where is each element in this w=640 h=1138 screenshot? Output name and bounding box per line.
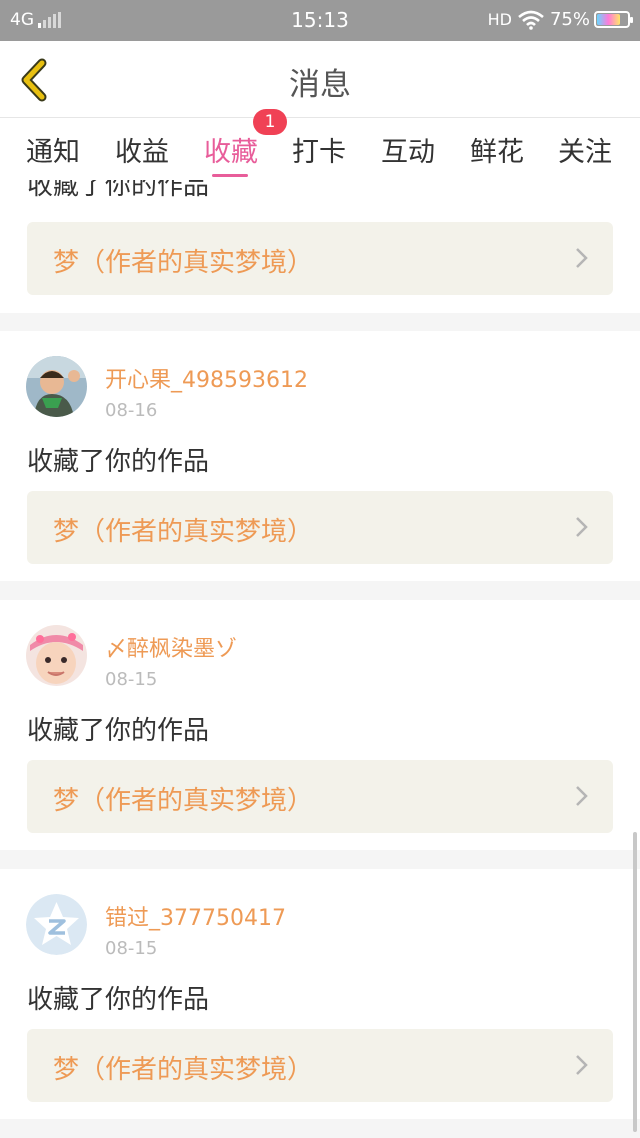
- tab-favorites[interactable]: 收藏: [204, 130, 258, 169]
- tab-bar: 通知 收益 收藏 打卡 互动 鲜花 关注: [0, 118, 640, 180]
- chevron-right-icon: [576, 517, 588, 537]
- tab-notice[interactable]: 通知: [26, 130, 80, 169]
- work-title: 梦（作者的真实梦境）: [53, 1055, 314, 1085]
- scrollbar[interactable]: [633, 832, 637, 1132]
- user-row[interactable]: 〆醉枫染墨ゾ 08-15: [26, 625, 237, 690]
- message-list: 收藏了你的作品 梦（作者的真实梦境） 开心果_498593612 08-16 收…: [0, 180, 640, 1138]
- user-info: 错过_377750417 08-15: [105, 900, 286, 959]
- tab-flowers[interactable]: 鲜花: [470, 130, 524, 169]
- user-row[interactable]: 开心果_498593612 08-16: [26, 356, 308, 421]
- status-right: HD 75%: [487, 9, 633, 30]
- list-item: 错过_377750417 08-15 收藏了你的作品 梦（作者的真实梦境）: [0, 869, 640, 1119]
- user-info: 开心果_498593612 08-16: [105, 362, 308, 421]
- tab-earnings[interactable]: 收益: [115, 130, 169, 169]
- wifi-icon: [518, 10, 544, 30]
- avatar[interactable]: [26, 894, 87, 955]
- chevron-right-icon: [576, 786, 588, 806]
- avatar[interactable]: [26, 356, 87, 417]
- avatar[interactable]: [26, 625, 87, 686]
- list-item: 〆醉枫染墨ゾ 08-15 收藏了你的作品 梦（作者的真实梦境）: [0, 600, 640, 850]
- chevron-right-icon: [576, 248, 588, 268]
- page-title: 消息: [289, 67, 351, 103]
- timestamp: 08-16: [105, 400, 158, 421]
- child-photo-avatar: [26, 356, 87, 417]
- username[interactable]: 开心果_498593612: [105, 362, 308, 394]
- work-title: 梦（作者的真实梦境）: [53, 248, 314, 278]
- action-text: 收藏了你的作品: [27, 716, 210, 746]
- username[interactable]: 〆醉枫染墨ゾ: [105, 631, 237, 663]
- timestamp: 08-15: [105, 669, 158, 690]
- work-title: 梦（作者的真实梦境）: [53, 786, 314, 816]
- work-link[interactable]: 梦（作者的真实梦境）: [27, 222, 613, 295]
- username[interactable]: 错过_377750417: [105, 900, 286, 932]
- work-link[interactable]: 梦（作者的真实梦境）: [27, 760, 613, 833]
- default-star-avatar: [26, 894, 87, 955]
- action-text: 收藏了你的作品: [27, 447, 210, 477]
- action-text: 收藏了你的作品: [27, 985, 210, 1015]
- list-item: 开心果_498593612 08-16 收藏了你的作品 梦（作者的真实梦境）: [0, 331, 640, 581]
- tab-follow[interactable]: 关注: [558, 130, 612, 169]
- user-info: 〆醉枫染墨ゾ 08-15: [105, 631, 237, 690]
- navigation-header: 消息: [0, 41, 640, 118]
- user-row[interactable]: 错过_377750417 08-15: [26, 894, 286, 959]
- work-title: 梦（作者的真实梦境）: [53, 517, 314, 547]
- hd-indicator: HD: [487, 10, 512, 29]
- unread-badge: 1: [253, 109, 287, 135]
- timestamp: 08-15: [105, 938, 158, 959]
- tab-checkin[interactable]: 打卡: [292, 130, 346, 169]
- chevron-right-icon: [576, 1055, 588, 1075]
- list-item: 收藏了你的作品 梦（作者的真实梦境）: [0, 180, 640, 313]
- battery-icon: [594, 11, 633, 28]
- status-bar: 4G 15:13 HD 75%: [0, 0, 640, 41]
- work-link[interactable]: 梦（作者的真实梦境）: [27, 1029, 613, 1102]
- tab-interaction[interactable]: 互动: [381, 130, 435, 169]
- baby-photo-avatar: [26, 625, 87, 686]
- work-link[interactable]: 梦（作者的真实梦境）: [27, 491, 613, 564]
- action-text: 收藏了你的作品: [27, 180, 210, 201]
- battery-percent: 75%: [549, 9, 590, 30]
- active-tab-indicator: [212, 174, 248, 177]
